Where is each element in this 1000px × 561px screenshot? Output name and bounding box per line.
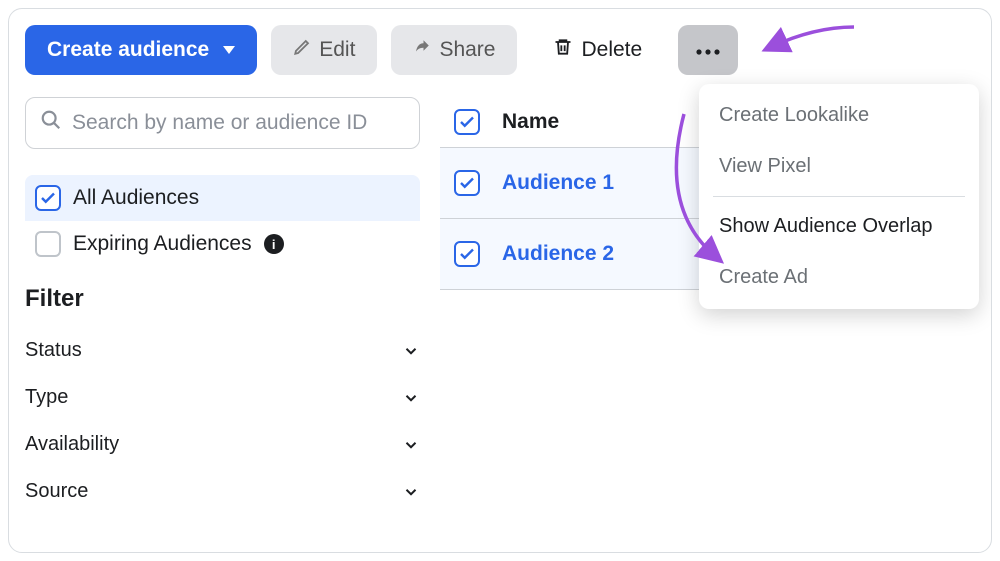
chevron-down-icon	[402, 389, 420, 407]
share-icon	[413, 38, 431, 62]
filter-type-label: Type	[25, 386, 68, 409]
chevron-down-icon	[402, 436, 420, 454]
dropdown-divider	[713, 196, 965, 197]
dropdown-create-ad[interactable]: Create Ad	[699, 252, 979, 303]
audience-filter-list: All Audiences Expiring Audiences i	[25, 175, 420, 267]
filter-availability-label: Availability	[25, 433, 119, 456]
search-placeholder: Search by name or audience ID	[72, 111, 367, 135]
edit-label: Edit	[319, 38, 355, 62]
ellipsis-icon	[695, 38, 721, 62]
dropdown-show-audience-overlap[interactable]: Show Audience Overlap	[699, 201, 979, 252]
caret-down-icon	[223, 46, 235, 54]
filter-source-label: Source	[25, 480, 88, 503]
select-all-checkbox[interactable]	[454, 109, 480, 135]
filter-source[interactable]: Source	[25, 468, 420, 515]
header-name-label: Name	[502, 110, 559, 134]
filter-type[interactable]: Type	[25, 374, 420, 421]
checkbox-unchecked-icon	[35, 231, 61, 257]
pencil-icon	[293, 38, 311, 62]
more-dropdown: Create Lookalike View Pixel Show Audienc…	[699, 84, 979, 309]
info-icon: i	[264, 234, 284, 254]
row-checkbox[interactable]	[454, 241, 480, 267]
sidebar-item-all-audiences[interactable]: All Audiences	[25, 175, 420, 221]
chevron-down-icon	[402, 342, 420, 360]
search-icon	[40, 109, 62, 137]
expiring-audiences-label: Expiring Audiences	[73, 232, 252, 256]
sidebar-item-expiring-audiences[interactable]: Expiring Audiences i	[25, 221, 420, 267]
toolbar: Create audience Edit Share Delete	[25, 25, 975, 75]
filter-status-label: Status	[25, 339, 82, 362]
left-sidebar: Search by name or audience ID All Audien…	[25, 97, 420, 515]
dropdown-create-lookalike[interactable]: Create Lookalike	[699, 90, 979, 141]
chevron-down-icon	[402, 483, 420, 501]
edit-button[interactable]: Edit	[271, 25, 377, 75]
filter-heading: Filter	[25, 285, 420, 313]
create-audience-label: Create audience	[47, 38, 209, 62]
delete-label: Delete	[581, 38, 642, 62]
audience-name-link[interactable]: Audience 2	[502, 242, 614, 266]
trash-icon	[553, 37, 573, 63]
create-audience-button[interactable]: Create audience	[25, 25, 257, 75]
checkbox-checked-icon	[35, 185, 61, 211]
search-input[interactable]: Search by name or audience ID	[25, 97, 420, 149]
share-label: Share	[439, 38, 495, 62]
filter-status[interactable]: Status	[25, 327, 420, 374]
delete-button[interactable]: Delete	[531, 25, 664, 75]
row-checkbox[interactable]	[454, 170, 480, 196]
audience-name-link[interactable]: Audience 1	[502, 171, 614, 195]
filter-availability[interactable]: Availability	[25, 421, 420, 468]
share-button[interactable]: Share	[391, 25, 517, 75]
dropdown-view-pixel[interactable]: View Pixel	[699, 141, 979, 192]
all-audiences-label: All Audiences	[73, 186, 199, 210]
more-button[interactable]	[678, 25, 738, 75]
